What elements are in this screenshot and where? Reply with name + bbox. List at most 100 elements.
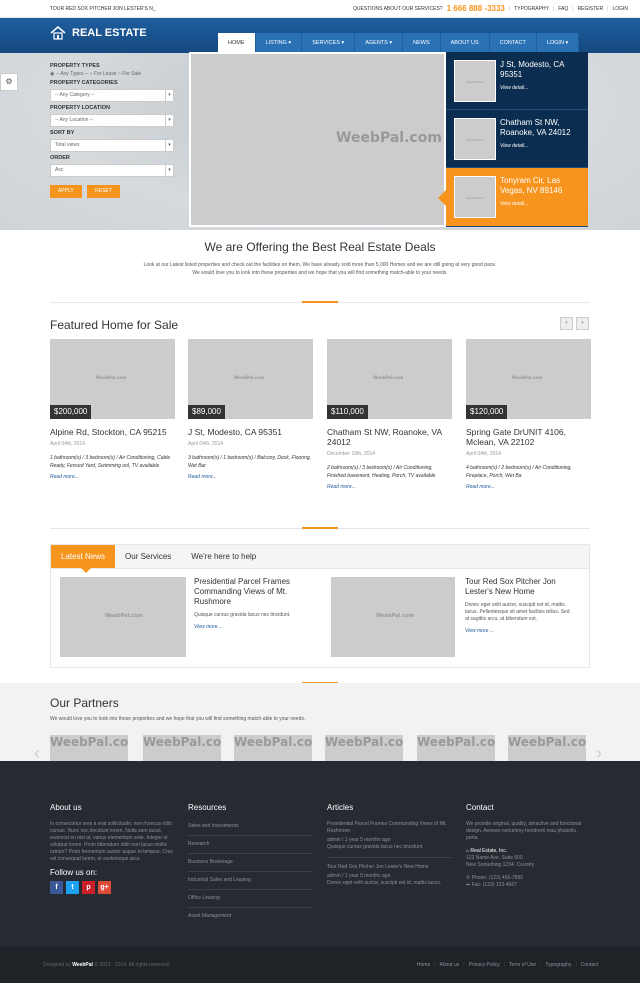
google-plus-icon[interactable]: g+	[98, 881, 111, 894]
footer-about: In consectetur sem a erat sollicitudin, …	[50, 821, 175, 894]
nav-about[interactable]: ABOUT US	[440, 33, 490, 53]
footer-link-home[interactable]: Home	[417, 962, 430, 968]
view-detail-link[interactable]: View detail...	[500, 141, 584, 151]
property-card[interactable]: WeebPal.com $110,000 Chatham St NW, Roano…	[327, 339, 452, 490]
property-image[interactable]: WeebPal.com $89,000	[188, 339, 313, 419]
news-desc: Quisque cursus gravida lacus nec tincidu…	[194, 612, 291, 618]
nav-agents[interactable]: AGENTS ▾	[355, 33, 404, 53]
order-select[interactable]: Asc ▾	[50, 164, 174, 177]
resource-link[interactable]: Sales and Investments	[188, 818, 312, 836]
apply-button[interactable]: APPLY	[50, 185, 82, 198]
featured-slide-item[interactable]: WeebPal.com J St, Modesto, CA 95351 View …	[446, 52, 588, 110]
read-more-link[interactable]: Read more...	[188, 474, 313, 480]
view-more-link[interactable]: View more ...	[194, 624, 312, 630]
property-title[interactable]: Chatham St NW, Roanoke, VA 24012	[327, 427, 452, 447]
news-title[interactable]: Presidential Parcel Frames Commanding Vi…	[194, 577, 312, 607]
article-meta: admin / 1 year 5 months ago	[327, 873, 391, 879]
footer-link-privacy[interactable]: Privacy Policy	[469, 962, 500, 968]
property-title[interactable]: J St, Modesto, CA 95351	[188, 427, 313, 437]
resource-link[interactable]: Research	[188, 836, 312, 854]
read-more-link[interactable]: Read more...	[327, 484, 452, 490]
site-logo[interactable]: REAL ESTATE	[50, 26, 147, 40]
featured-slide-item-active[interactable]: WeebPal.com Tonyram Cir, Las Vegas, NV 8…	[438, 168, 588, 227]
pinterest-icon[interactable]: p	[82, 881, 95, 894]
resource-link[interactable]: Office Leasing	[188, 890, 312, 908]
reset-button[interactable]: RESET	[87, 185, 120, 198]
footer-link-typography[interactable]: Typography	[545, 962, 571, 968]
category-select[interactable]: -- Any Category -- ▾	[50, 89, 174, 102]
contact-fax: Fax: (123) 123-4567	[471, 882, 517, 888]
nav-services[interactable]: SERVICES ▾	[302, 33, 356, 53]
tab-bar: Latest News Our Services We're here to h…	[51, 545, 589, 573]
featured-slide-item[interactable]: WeebPal.com Chatham St NW, Roanoke, VA 2…	[446, 110, 588, 168]
footer-link-terms[interactable]: Term of Use	[509, 962, 536, 968]
nav-home[interactable]: HOME	[218, 33, 256, 53]
article-title[interactable]: Presidential Parcel Frames Commanding Vi…	[327, 821, 452, 835]
footer-contact: We provide original, quality, attractive…	[466, 821, 590, 889]
tab-our-services[interactable]: Our Services	[115, 545, 181, 568]
property-card[interactable]: WeebPal.com $200,000 Alpine Rd, Stockton,…	[50, 339, 175, 480]
view-more-link[interactable]: View more ...	[465, 628, 575, 634]
footer-contact-title: Contact	[466, 803, 494, 812]
company-name: Real Estate, Inc.	[470, 848, 508, 854]
footer-link-contact[interactable]: Contact	[581, 962, 598, 968]
categories-label: PROPERTY CATEGORIES	[50, 80, 118, 86]
footer-bottom: Designed by WeebPal © 2013 - 2014. All r…	[0, 947, 640, 983]
location-select[interactable]: -- Any Location -- ▾	[50, 114, 174, 127]
nav-listing[interactable]: LISTING ▾	[255, 33, 303, 53]
slide-thumb: WeebPal.com	[454, 60, 496, 102]
login-link[interactable]: LOGIN	[612, 6, 628, 12]
type-radios[interactable]: ◉ -- Any Types -- ○ For Lease ○ For Sale	[50, 71, 176, 77]
typography-link[interactable]: TYPOGRAPHY	[514, 6, 549, 12]
news-image[interactable]: WeebPal.com	[60, 577, 186, 657]
twitter-icon[interactable]: t	[66, 881, 79, 894]
property-date: April 04th, 2014	[466, 451, 502, 457]
partners-subtitle: We would love you to look into these pro…	[50, 716, 306, 722]
resource-link[interactable]: Business Brokerage	[188, 854, 312, 872]
slide-title: J St, Modesto, CA 95351	[500, 60, 565, 79]
property-card[interactable]: WeebPal.com $120,000 Spring Gate DrUNIT 4…	[466, 339, 591, 490]
property-image[interactable]: WeebPal.com $200,000	[50, 339, 175, 419]
footer-link-about[interactable]: About us	[440, 962, 460, 968]
offer-title: We are Offering the Best Real Estate Dea…	[204, 240, 436, 254]
gear-icon[interactable]: ⚙	[0, 73, 18, 91]
news-tabs: Latest News Our Services We're here to h…	[50, 544, 590, 668]
offer-text-1: Look at our Latest listed properties and…	[143, 262, 497, 268]
nav-login[interactable]: LOGIN ▾	[536, 33, 580, 53]
read-more-link[interactable]: Read more...	[466, 484, 591, 490]
resource-link[interactable]: Asset Management	[188, 908, 312, 925]
sort-select[interactable]: Total views ▾	[50, 139, 174, 152]
active-pointer	[438, 190, 446, 206]
nav-contact[interactable]: CONTACT	[489, 33, 537, 53]
facebook-icon[interactable]: f	[50, 881, 63, 894]
tab-latest-news[interactable]: Latest News	[51, 545, 116, 573]
tab-here-to-help[interactable]: We're here to help	[181, 545, 266, 568]
register-link[interactable]: REGISTER	[578, 6, 604, 12]
resource-link[interactable]: Industrial Sales and Leasing	[188, 872, 312, 890]
view-detail-link[interactable]: View detail...	[500, 199, 584, 209]
hero-slide-image[interactable]: WeebPal.com	[189, 52, 446, 227]
order-label: ORDER	[50, 155, 70, 161]
faq-link[interactable]: FAQ	[558, 6, 568, 12]
property-title[interactable]: Spring Gate DrUNIT 4106, Mclean, VA 2210…	[466, 427, 591, 447]
weebpal-link[interactable]: WeebPal	[72, 962, 93, 968]
footer-links: Home | About us | Privacy Policy | Term of …	[416, 962, 598, 968]
news-title[interactable]: Tour Red Sox Pitcher Jon Lester's New Ho…	[465, 577, 575, 597]
article-title[interactable]: Tour Red Sox Pitcher Jon Lester's New Ho…	[327, 857, 452, 871]
property-title[interactable]: Alpine Rd, Stockton, CA 95215	[50, 427, 175, 437]
property-card[interactable]: WeebPal.com $89,000 J St, Modesto, CA 953…	[188, 339, 313, 480]
nav-news[interactable]: NEWS	[403, 33, 441, 53]
view-detail-link[interactable]: View detail...	[500, 83, 584, 93]
news-ticker[interactable]: TOUR RED SOX PITCHER JON LESTER'S N_	[50, 6, 156, 12]
property-date: April 04th, 2014	[50, 441, 86, 447]
next-arrow-button[interactable]: ›	[576, 317, 589, 330]
sort-label: SORT BY	[50, 130, 75, 136]
property-desc: 2 bathroom(s) / 3 bedroom(s) / Air Condi…	[327, 465, 436, 479]
prev-arrow-button[interactable]: ‹	[560, 317, 573, 330]
read-more-link[interactable]: Read more...	[50, 474, 175, 480]
property-image[interactable]: WeebPal.com $120,000	[466, 339, 591, 419]
chevron-down-icon: ▾	[165, 165, 173, 176]
property-image[interactable]: WeebPal.com $110,000	[327, 339, 452, 419]
news-image[interactable]: WeebPal.com	[331, 577, 455, 657]
top-bar: TOUR RED SOX PITCHER JON LESTER'S N_ QUE…	[0, 0, 640, 18]
